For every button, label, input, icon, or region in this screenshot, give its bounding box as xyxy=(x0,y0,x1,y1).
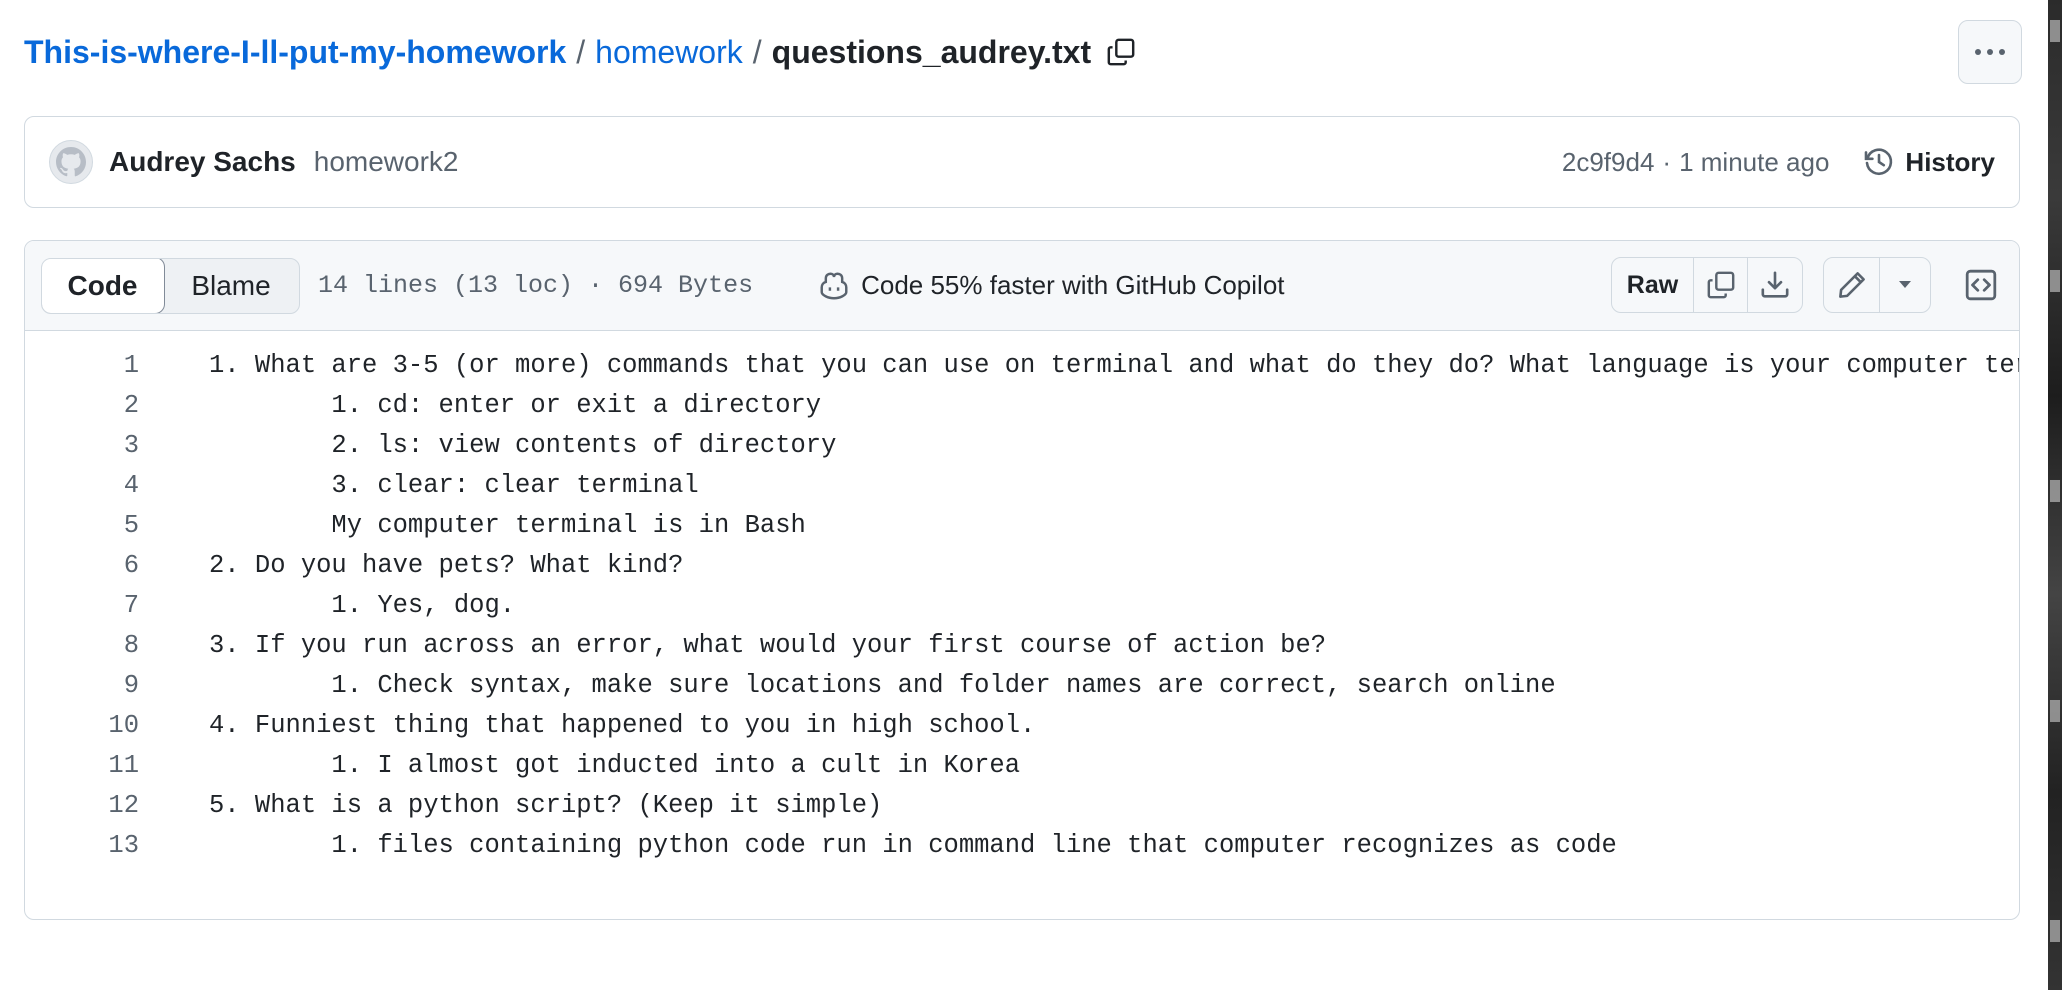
code-line: 5 My computer terminal is in Bash xyxy=(25,505,2019,545)
line-text: 1. cd: enter or exit a directory xyxy=(209,390,822,420)
line-number[interactable]: 7 xyxy=(25,591,139,620)
copilot-promo-link[interactable]: Code 55% faster with GitHub Copilot xyxy=(817,270,1285,301)
code-line: 9 1. Check syntax, make sure locations a… xyxy=(25,665,2019,705)
avatar[interactable] xyxy=(49,140,93,184)
line-text: My computer terminal is in Bash xyxy=(209,510,806,540)
github-file-view: This-is-where-I-ll-put-my-homework / hom… xyxy=(0,0,2062,990)
more-options-button[interactable] xyxy=(1958,20,2022,84)
edit-file-button[interactable] xyxy=(1824,258,1880,312)
code-line: 8 3. If you run across an error, what wou… xyxy=(25,625,2019,665)
code-line: 12 5. What is a python script? (Keep it s… xyxy=(25,785,2019,825)
copy-icon xyxy=(1707,271,1734,299)
commit-message[interactable]: homework2 xyxy=(314,146,459,178)
edit-group xyxy=(1823,257,1931,313)
line-number[interactable]: 2 xyxy=(25,391,139,420)
line-number[interactable]: 8 xyxy=(25,631,139,660)
line-number[interactable]: 9 xyxy=(25,671,139,700)
latest-commit-bar: Audrey Sachs homework2 2c9f9d4 · 1 minut… xyxy=(24,116,2020,208)
download-icon xyxy=(1761,271,1789,298)
raw-copy-download-group: Raw xyxy=(1611,257,1803,313)
history-icon xyxy=(1865,148,1893,176)
code-line: 13 1. files containing python code run i… xyxy=(25,825,2019,865)
breadcrumb-repo-link[interactable]: This-is-where-I-ll-put-my-homework xyxy=(24,34,566,71)
line-number[interactable]: 10 xyxy=(25,711,139,740)
code-line: 11 1. I almost got inducted into a cult … xyxy=(25,745,2019,785)
line-number[interactable]: 4 xyxy=(25,471,139,500)
line-number[interactable]: 3 xyxy=(25,431,139,460)
file-stats: 14 lines (13 loc) · 694 Bytes xyxy=(318,271,754,300)
line-text: 3. clear: clear terminal xyxy=(209,470,699,500)
download-raw-button[interactable] xyxy=(1748,258,1802,312)
file-breadcrumb: This-is-where-I-ll-put-my-homework / hom… xyxy=(24,20,2022,84)
breadcrumb-folder-link[interactable]: homework xyxy=(595,34,743,71)
background-window-edge xyxy=(2048,0,2062,990)
commit-sha-link[interactable]: 2c9f9d4 xyxy=(1562,147,1655,178)
file-toolbar: Code Blame 14 lines (13 loc) · 694 Bytes… xyxy=(25,241,2019,331)
line-text: 2. Do you have pets? What kind? xyxy=(209,550,684,580)
edge-mark xyxy=(2050,480,2060,502)
code-line: 6 2. Do you have pets? What kind? xyxy=(25,545,2019,585)
line-text: 3. If you run across an error, what woul… xyxy=(209,630,1327,660)
line-number[interactable]: 11 xyxy=(25,751,139,780)
copilot-icon xyxy=(820,271,848,300)
line-text: 1. I almost got inducted into a cult in … xyxy=(209,750,1021,780)
pencil-icon xyxy=(1838,272,1865,298)
copy-path-button[interactable] xyxy=(1101,32,1141,72)
code-content: 1 1. What are 3-5 (or more) commands that… xyxy=(25,331,2019,865)
raw-button[interactable]: Raw xyxy=(1612,258,1694,312)
symbols-panel-button[interactable] xyxy=(1959,263,2003,307)
code-line: 3 2. ls: view contents of directory xyxy=(25,425,2019,465)
commit-meta: 2c9f9d4 · 1 minute ago History xyxy=(1562,146,1995,178)
line-text: 4. Funniest thing that happened to you i… xyxy=(209,710,1036,740)
commit-author[interactable]: Audrey Sachs xyxy=(109,146,296,178)
copilot-promo-text: Code 55% faster with GitHub Copilot xyxy=(861,270,1285,300)
line-number[interactable]: 1 xyxy=(25,351,139,380)
github-mark-icon xyxy=(56,147,86,177)
line-text: 5. What is a python script? (Keep it sim… xyxy=(209,790,883,820)
breadcrumb-file-name: questions_audrey.txt xyxy=(771,33,1092,70)
edge-mark xyxy=(2050,700,2060,722)
file-viewer: Code Blame 14 lines (13 loc) · 694 Bytes… xyxy=(24,240,2020,920)
code-line: 2 1. cd: enter or exit a directory xyxy=(25,385,2019,425)
code-blame-toggle: Code Blame xyxy=(41,257,300,314)
code-line: 4 3. clear: clear terminal xyxy=(25,465,2019,505)
line-number[interactable]: 5 xyxy=(25,511,139,540)
edge-mark xyxy=(2050,20,2060,42)
history-button[interactable]: History xyxy=(1863,146,1995,178)
line-number[interactable]: 6 xyxy=(25,551,139,580)
copy-icon xyxy=(1107,38,1135,66)
line-number[interactable]: 12 xyxy=(25,791,139,820)
tab-blame[interactable]: Blame xyxy=(163,259,299,313)
copy-raw-button[interactable] xyxy=(1694,258,1748,312)
edge-mark xyxy=(2050,920,2060,942)
code-line: 7 1. Yes, dog. xyxy=(25,585,2019,625)
line-text: 1. Check syntax, make sure locations and… xyxy=(209,670,1556,700)
edit-dropdown-button[interactable] xyxy=(1880,258,1930,312)
breadcrumb-separator: / xyxy=(576,33,586,70)
line-number[interactable]: 13 xyxy=(25,831,139,860)
triangle-down-icon xyxy=(1899,281,1911,288)
line-text: 1. files containing python code run in c… xyxy=(209,830,1617,860)
line-text: 2. ls: view contents of directory xyxy=(209,430,837,460)
line-text: 1. What are 3-5 (or more) commands that … xyxy=(209,350,2019,380)
history-label: History xyxy=(1905,146,1995,177)
commit-time: 1 minute ago xyxy=(1679,146,1830,177)
edge-mark xyxy=(2050,270,2060,292)
commit-dot-separator: · xyxy=(1662,146,1672,177)
code-line: 10 4. Funniest thing that happened to you… xyxy=(25,705,2019,745)
code-square-icon xyxy=(1965,269,1997,301)
kebab-horizontal-icon xyxy=(1975,49,2005,55)
file-actions: Raw xyxy=(1611,257,2003,313)
breadcrumb-separator: / xyxy=(752,33,762,70)
line-text: 1. Yes, dog. xyxy=(209,590,516,620)
tab-code[interactable]: Code xyxy=(42,258,165,313)
code-line: 1 1. What are 3-5 (or more) commands that… xyxy=(25,345,2019,385)
